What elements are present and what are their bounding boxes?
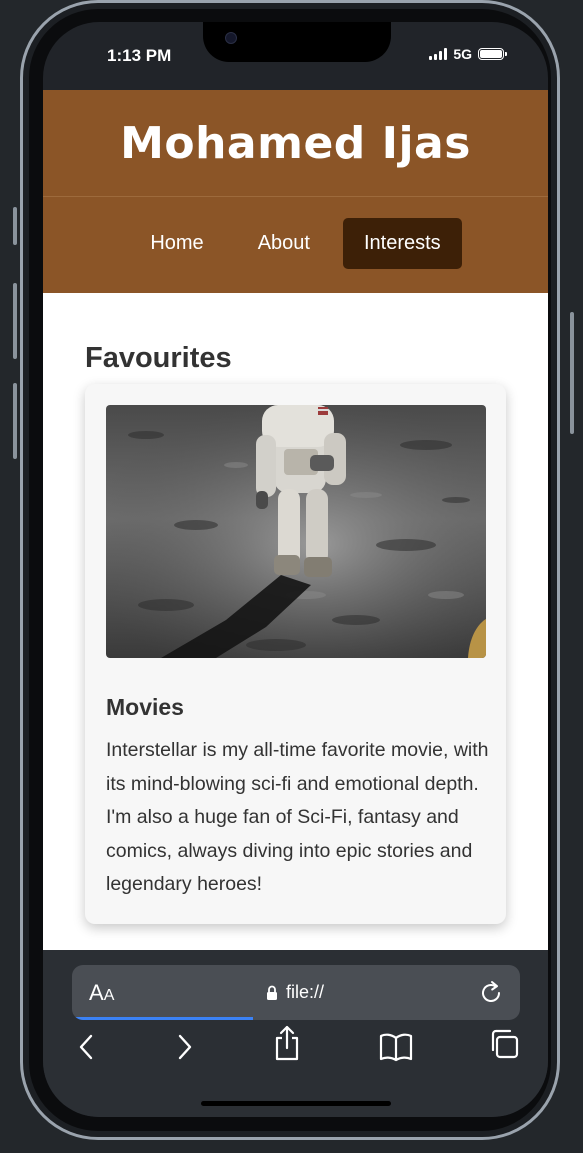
reload-icon xyxy=(482,981,500,1002)
status-indicators: 5G xyxy=(429,46,507,62)
camera-notch xyxy=(203,22,391,62)
page-load-progress xyxy=(74,1017,253,1020)
nav-home[interactable]: Home xyxy=(129,218,224,269)
screen: 1:13 PM 5G Mohamed Ijas Home About Inter… xyxy=(43,22,548,1117)
volume-down-button xyxy=(13,383,17,459)
browser-toolbar: AA file:// xyxy=(43,950,548,1117)
battery-icon xyxy=(478,48,507,60)
lock-icon xyxy=(267,985,277,1000)
book-icon xyxy=(379,1033,413,1062)
volume-up-button xyxy=(13,283,17,359)
tabs-icon xyxy=(491,1029,519,1059)
signal-icon xyxy=(429,48,448,60)
card-title: Movies xyxy=(106,694,184,720)
silent-switch xyxy=(13,207,17,245)
site-title: Mohamed Ijas xyxy=(120,118,471,169)
power-button xyxy=(570,312,574,434)
header-divider xyxy=(43,196,548,197)
web-page: Mohamed Ijas Home About Interests Favour… xyxy=(43,90,548,950)
url-display[interactable]: file:// xyxy=(266,982,324,1003)
network-label: 5G xyxy=(453,46,472,62)
browser-nav-bar xyxy=(43,1025,548,1082)
share-button[interactable] xyxy=(273,1024,301,1067)
bookmarks-button[interactable] xyxy=(379,1032,413,1067)
section-title: Favourites xyxy=(85,342,232,374)
front-camera-icon xyxy=(225,32,237,44)
chevron-right-icon xyxy=(178,1034,192,1060)
card-image xyxy=(106,405,486,658)
nav-interests[interactable]: Interests xyxy=(342,218,462,269)
address-bar[interactable]: AA file:// xyxy=(72,965,520,1020)
back-button[interactable] xyxy=(75,1032,99,1067)
url-text: file:// xyxy=(286,982,325,1002)
home-indicator[interactable] xyxy=(201,1101,391,1106)
chevron-left-icon xyxy=(79,1034,93,1060)
site-header: Mohamed Ijas Home About Interests xyxy=(43,90,548,293)
text-size-button[interactable]: AA xyxy=(89,980,114,1006)
status-time: 1:13 PM xyxy=(107,46,172,65)
share-icon xyxy=(275,1025,299,1061)
site-nav: Home About Interests xyxy=(43,218,548,269)
text-size-label: AA xyxy=(89,980,115,1005)
forward-button[interactable] xyxy=(172,1032,196,1067)
favourite-card: Movies Interstellar is my all-time favor… xyxy=(85,384,506,924)
tabs-button[interactable] xyxy=(488,1028,520,1065)
reload-button[interactable] xyxy=(480,979,504,1010)
card-text: Interstellar is my all-time favorite mov… xyxy=(106,739,489,895)
status-bar: 1:13 PM 5G xyxy=(43,22,548,90)
nav-about[interactable]: About xyxy=(237,218,331,269)
